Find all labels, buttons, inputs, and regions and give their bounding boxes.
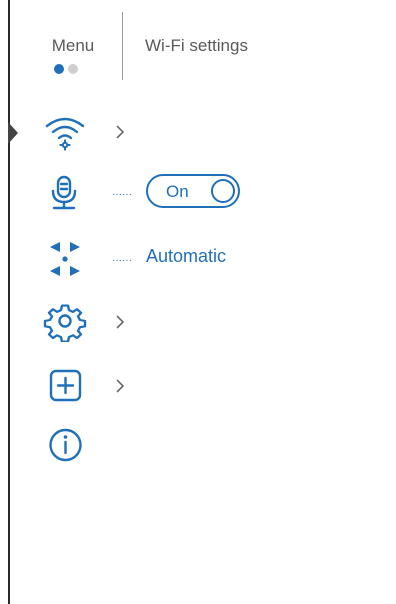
header-divider xyxy=(122,12,123,80)
tab-wifi-settings-label: Wi-Fi settings xyxy=(145,36,248,55)
plus-square-icon xyxy=(49,369,82,402)
auto-mode-value: Automatic xyxy=(146,246,227,266)
menu-item-auto-mode[interactable]: ······ Automatic xyxy=(0,234,396,284)
chevron-right-icon xyxy=(116,315,125,329)
microphone-toggle[interactable]: On xyxy=(146,174,240,208)
menu-item-microphone[interactable]: ······ On xyxy=(0,168,396,218)
page-dot-active xyxy=(54,64,64,74)
dotted-leader: ······ xyxy=(112,255,132,266)
toggle-state-label: On xyxy=(166,182,189,201)
microphone-icon xyxy=(51,175,77,210)
toggle-knob xyxy=(211,179,235,203)
chevron-right-icon xyxy=(116,379,125,393)
page-dot-inactive xyxy=(68,64,78,74)
selection-pointer-icon xyxy=(8,122,18,144)
wifi-settings-icon xyxy=(45,117,85,151)
gear-icon xyxy=(43,304,87,342)
tab-wifi-settings[interactable]: Wi-Fi settings xyxy=(145,36,248,56)
tab-menu-label: Menu xyxy=(51,36,95,55)
auto-focus-icon xyxy=(50,242,80,276)
page-indicator xyxy=(54,64,84,74)
menu-item-wifi[interactable] xyxy=(0,108,396,158)
menu-item-general-settings[interactable] xyxy=(0,298,396,348)
dotted-leader: ······ xyxy=(112,189,132,200)
menu-item-info[interactable] xyxy=(0,420,396,470)
tab-menu[interactable]: Menu xyxy=(38,36,108,56)
menu-item-add[interactable] xyxy=(0,362,396,412)
device-menu-screen: Menu Wi-Fi settings ······ On ······ Aut… xyxy=(0,0,396,604)
info-icon xyxy=(49,428,82,462)
chevron-right-icon xyxy=(116,125,125,139)
